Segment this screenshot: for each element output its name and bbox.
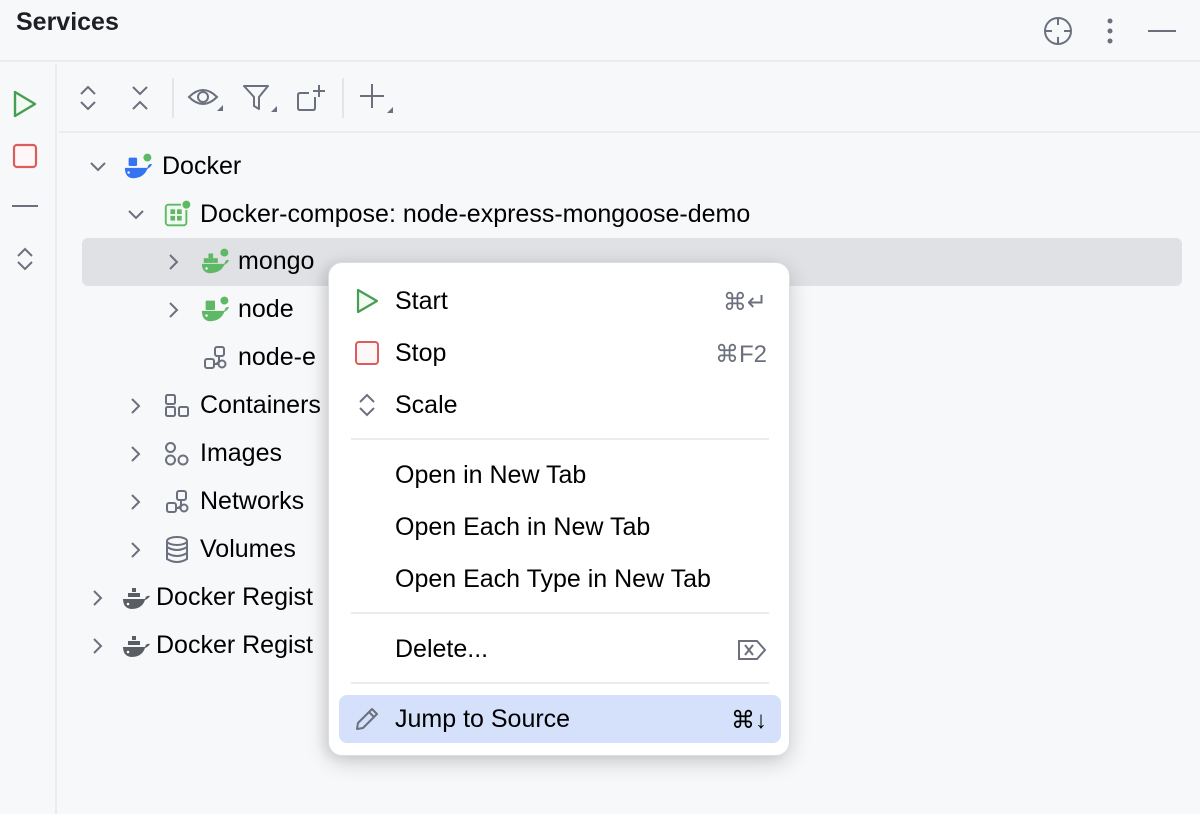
tree-item-label: Docker (162, 152, 242, 180)
tree-item-label: Docker Regist (156, 631, 313, 659)
tree-item-label: node-e (238, 343, 316, 371)
menu-item-open-each-in-new-tab[interactable]: Open Each in New Tab (339, 503, 781, 551)
tree-item-label: Images (200, 439, 282, 467)
menu-item-scale[interactable]: Scale (339, 381, 781, 429)
menu-item-delete[interactable]: Delete... (339, 625, 781, 673)
tree-item-label: node (238, 295, 294, 323)
minimize-icon (1148, 30, 1176, 32)
context-menu: Start ⌘↵ Stop ⌘F2 Scale Open in New Tab … (328, 262, 790, 756)
chevron-down-icon[interactable] (126, 205, 146, 225)
scale-button[interactable] (8, 242, 42, 276)
expand-all-button[interactable] (70, 80, 106, 116)
services-toolbar (59, 64, 1200, 133)
more-options-button[interactable] (1093, 14, 1127, 48)
chevron-right-icon[interactable] (126, 492, 146, 512)
chevron-right-icon[interactable] (126, 444, 146, 464)
run-icon (353, 287, 381, 315)
chevron-down-icon[interactable] (88, 157, 108, 177)
stop-icon (353, 339, 381, 367)
minus-icon (12, 205, 38, 207)
panel-title: Services (16, 8, 119, 36)
collapse-all-button[interactable] (122, 80, 158, 116)
scale-icon (353, 391, 381, 419)
docker-registry-icon (121, 584, 151, 614)
menu-separator (351, 682, 769, 684)
filter-icon (243, 85, 277, 112)
docker-registry-icon (121, 632, 151, 662)
menu-item-start[interactable]: Start ⌘↵ (339, 277, 781, 325)
edit-pencil-icon (353, 705, 381, 733)
add-icon (360, 84, 393, 113)
show-icon (187, 89, 223, 111)
images-icon (162, 439, 192, 469)
tree-item-label: Docker-compose: node-express-mongoose-de… (200, 200, 751, 228)
network-icon (162, 487, 192, 517)
chevron-right-icon[interactable] (126, 396, 146, 416)
locate-button[interactable] (1041, 14, 1075, 48)
containers-icon (162, 391, 192, 421)
docker-compose-icon (162, 199, 192, 229)
tree-item-label: Volumes (200, 535, 296, 563)
expand-all-icon (80, 85, 96, 111)
menu-item-stop[interactable]: Stop ⌘F2 (339, 329, 781, 377)
menu-item-shortcut: ⌘↓ (731, 707, 767, 734)
new-tab-icon (297, 85, 325, 111)
docker-icon (123, 151, 153, 181)
chevron-right-icon[interactable] (88, 588, 108, 608)
menu-item-label: Stop (395, 339, 447, 367)
menu-item-open-in-new-tab[interactable]: Open in New Tab (339, 451, 781, 499)
add-service-button[interactable] (357, 80, 393, 116)
menu-item-label: Start (395, 287, 448, 315)
stop-icon (12, 143, 38, 169)
tree-item-label: mongo (238, 247, 315, 275)
menu-item-shortcut: ⌘F2 (714, 341, 767, 368)
left-toolbar (0, 64, 57, 814)
docker-service-icon (200, 246, 230, 276)
hide-panel-button[interactable] (1145, 14, 1179, 48)
scale-icon (17, 247, 33, 271)
menu-item-jump-to-source[interactable]: Jump to Source ⌘↓ (339, 695, 781, 743)
stop-button[interactable] (8, 139, 42, 173)
toolbar-divider (172, 78, 174, 118)
delete-key-icon (737, 639, 767, 668)
menu-item-label: Delete... (395, 635, 489, 663)
open-new-tab-button[interactable] (293, 80, 329, 116)
toolbar-divider (342, 78, 344, 118)
start-button[interactable] (8, 87, 42, 121)
docker-service-icon (200, 294, 230, 324)
tree-item-label: Docker Regist (156, 583, 313, 611)
run-icon (13, 90, 37, 118)
menu-separator (351, 612, 769, 614)
collapse-all-icon (132, 86, 148, 110)
locate-icon (1044, 17, 1072, 45)
menu-item-label: Open in New Tab (395, 461, 587, 489)
toolbar-separator (8, 189, 42, 223)
menu-item-shortcut: ⌘↵ (722, 289, 767, 316)
menu-item-open-each-type-in-new-tab[interactable]: Open Each Type in New Tab (339, 555, 781, 603)
view-options-button[interactable] (187, 80, 223, 116)
services-header: Services (0, 0, 1200, 62)
menu-item-label: Open Each Type in New Tab (395, 565, 711, 593)
menu-separator (351, 438, 769, 440)
chevron-right-icon[interactable] (164, 300, 184, 320)
volumes-icon (162, 535, 192, 565)
network-icon (200, 343, 230, 373)
menu-item-label: Open Each in New Tab (395, 513, 651, 541)
chevron-right-icon[interactable] (88, 636, 108, 656)
tree-item-docker-compose[interactable]: Docker-compose: node-express-mongoose-de… (59, 191, 1200, 239)
tree-item-label: Containers (200, 391, 321, 419)
tree-item-label: Networks (200, 487, 305, 515)
menu-item-label: Scale (395, 391, 458, 419)
more-vertical-icon (1107, 18, 1113, 44)
menu-item-label: Jump to Source (395, 705, 571, 733)
filter-button[interactable] (241, 80, 277, 116)
chevron-right-icon[interactable] (164, 252, 184, 272)
chevron-right-icon[interactable] (126, 540, 146, 560)
tree-item-docker[interactable]: Docker (59, 143, 1200, 191)
